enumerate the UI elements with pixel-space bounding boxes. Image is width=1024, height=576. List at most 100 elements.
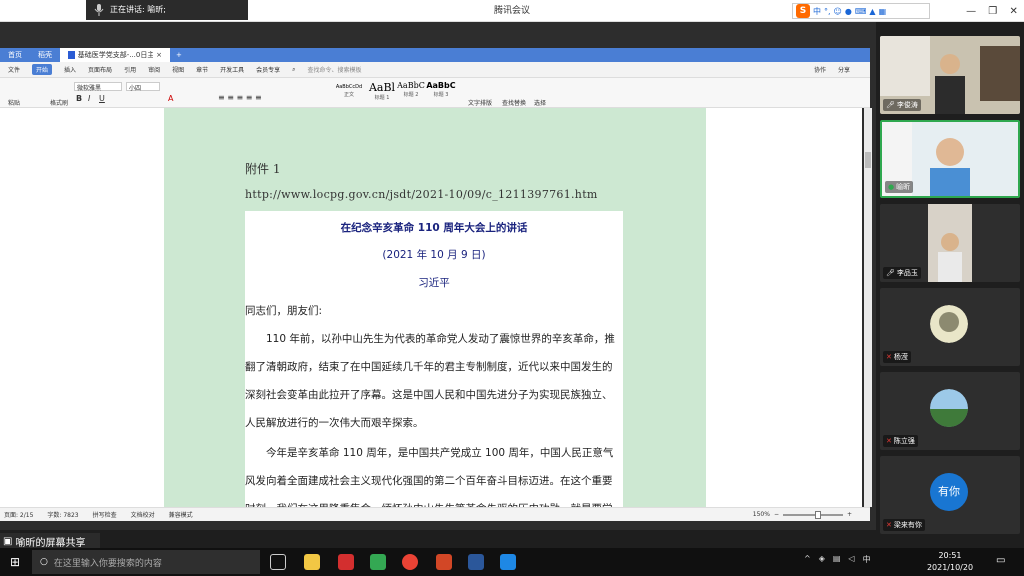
find-replace-button[interactable]: 查找替换 xyxy=(502,98,526,107)
participant-tile[interactable]: ✕ 杨滢 xyxy=(880,288,1020,366)
paragraph-line: 风发向着全面建成社会主义现代化强国的第二个百年奋斗目标迈进。在这个重要 xyxy=(245,475,613,487)
tab-docer[interactable]: 稻壳 xyxy=(30,48,60,62)
volume-icon[interactable]: ◁ xyxy=(848,554,854,565)
powerpoint-icon[interactable] xyxy=(436,554,452,570)
page-count[interactable]: 页面: 2/15 xyxy=(4,510,33,519)
style-heading1[interactable]: AaBl 标题 1 xyxy=(366,81,398,103)
spell-check[interactable]: 拼写检查 xyxy=(93,510,117,519)
align-buttons[interactable]: ≡ ≡ ≡ ≡ ≡ xyxy=(218,93,262,102)
close-button[interactable]: ✕ xyxy=(1009,6,1017,17)
speech-title: 在纪念辛亥革命 110 周年大会上的讲话 xyxy=(340,222,528,234)
style-heading2[interactable]: AaBbC 标题 2 xyxy=(396,81,426,103)
shield-icon[interactable]: ◈ xyxy=(819,554,825,565)
paragraph-line: 今年是辛亥革命 110 周年，是中国共产党成立 100 周年，中国人民正意气 xyxy=(245,447,614,459)
tab-document[interactable]: 基础医学党支部-...0日主题党日活动 × xyxy=(60,48,170,62)
zoom-slider[interactable] xyxy=(782,510,843,519)
share-button[interactable]: 分享 xyxy=(838,65,850,74)
text-layout-button[interactable]: 文字排版 xyxy=(468,98,492,107)
command-search-input[interactable]: 查找命令、搜索模板 xyxy=(308,65,362,74)
screen-share-banner: ▣ 喻昕的屏幕共享 xyxy=(0,533,100,549)
participant-tile[interactable]: 🎤︎ 李品玉 xyxy=(880,204,1020,282)
close-tab-icon[interactable]: × xyxy=(156,48,162,62)
doc-proof[interactable]: 文档校对 xyxy=(131,510,155,519)
menu-developer[interactable]: 开发工具 xyxy=(220,65,244,74)
ime-punct[interactable]: °, xyxy=(824,7,831,16)
style-heading3[interactable]: AaBbC 标题 3 xyxy=(426,81,456,103)
scrollbar-thumb[interactable] xyxy=(865,152,871,168)
participant-tile[interactable]: ✕ 陈立强 xyxy=(880,372,1020,450)
network-icon[interactable]: ▤ xyxy=(833,554,841,565)
zoom-level[interactable]: 150% xyxy=(753,511,770,518)
windows-start-icon[interactable]: ⊞ xyxy=(10,555,20,569)
avatar-text: 有你 xyxy=(938,485,960,498)
tray-chevron-icon[interactable]: ^ xyxy=(804,554,811,565)
zoom-out-icon[interactable]: − xyxy=(774,511,779,518)
paragraph-line: 人民解放进行的一次伟大而艰辛探索。 xyxy=(245,417,424,429)
tab-home[interactable]: 首页 xyxy=(0,48,30,62)
word-icon[interactable] xyxy=(468,554,484,570)
skin-icon[interactable]: ▲ xyxy=(869,7,875,16)
font-size-select[interactable]: 小四 xyxy=(126,82,160,92)
style-normal-sample: AaBbCcDd xyxy=(335,84,363,90)
bold-button[interactable]: B xyxy=(76,94,82,103)
paragraph-line: 110 年前，以孙中山先生为代表的革命党人发动了震惊世界的辛亥革命，推 xyxy=(245,333,615,345)
paste-button[interactable]: 粘贴 xyxy=(8,98,20,107)
zoom-in-icon[interactable]: + xyxy=(847,511,852,518)
zoom-slider-knob[interactable] xyxy=(814,510,821,519)
select-button[interactable]: 选择 xyxy=(534,98,546,107)
mic-icon[interactable]: ● xyxy=(845,7,852,16)
app-red-icon[interactable] xyxy=(338,554,354,570)
keyboard-icon[interactable]: ⌨ xyxy=(855,7,867,16)
format-painter-button[interactable]: 格式刷 xyxy=(50,98,68,107)
font-color-button[interactable]: A xyxy=(168,94,173,103)
ime-indicator[interactable]: 中 xyxy=(863,554,871,565)
participant-tile[interactable]: 有你 ✕ 梁来有你 xyxy=(880,456,1020,534)
ime-mode[interactable]: 中 xyxy=(813,6,821,17)
participant-avatar: 有你 xyxy=(930,473,968,511)
taskbar-clock[interactable]: 20:51 2021/10/20 xyxy=(920,550,980,574)
taskbar-search-input[interactable]: ○ 在这里输入你要搜索的内容 xyxy=(32,550,260,574)
emoji-icon[interactable]: ☺ xyxy=(834,7,842,16)
participant-tile[interactable]: 🎤︎ 李俊涛 xyxy=(880,36,1020,114)
notification-icon[interactable]: ▭ xyxy=(996,555,1005,566)
document-page[interactable]: 附件 1 http://www.locpg.gov.cn/jsdt/2021-1… xyxy=(164,108,706,507)
compat-mode: 兼容模式 xyxy=(168,512,193,519)
style-normal[interactable]: AaBbCcDd 正文 xyxy=(334,81,364,103)
menu-insert[interactable]: 插入 xyxy=(64,65,76,74)
menu-references[interactable]: 引用 xyxy=(124,65,136,74)
minimize-button[interactable]: — xyxy=(966,6,976,17)
menu-layout[interactable]: 页面布局 xyxy=(88,65,112,74)
mic-icon: 🎤︎ xyxy=(886,269,895,277)
source-url: http://www.locpg.gov.cn/jsdt/2021-10/09/… xyxy=(245,188,598,201)
underline-button[interactable]: U xyxy=(99,94,105,103)
ime-toolbar[interactable]: S 中 °, ☺ ● ⌨ ▲ ▦ xyxy=(792,3,930,19)
menu-file[interactable]: 文件 xyxy=(8,65,20,74)
participant-tile-speaking[interactable]: ● 喻昕 xyxy=(880,120,1020,198)
search-circle-icon: ○ xyxy=(40,557,48,567)
zoom-control: 150% − + xyxy=(753,510,852,519)
menu-review[interactable]: 审阅 xyxy=(148,65,160,74)
search-icon: ⌕ xyxy=(292,65,296,73)
task-view-icon[interactable] xyxy=(270,554,286,570)
microphone-icon xyxy=(94,4,104,16)
restore-button[interactable]: ❐ xyxy=(988,6,997,17)
font-name-select[interactable]: 微软雅黑 xyxy=(74,82,122,92)
menu-view[interactable]: 视图 xyxy=(172,65,184,74)
grid-icon[interactable]: ▦ xyxy=(879,7,887,16)
paragraph-line: 翻了清朝政府，结束了在中国延续几千年的君主专制制度，近代以来中国发生的 xyxy=(245,361,613,373)
chrome-icon[interactable] xyxy=(402,554,418,570)
menu-member[interactable]: 会员专享 xyxy=(256,65,280,74)
participant-name: 李俊涛 xyxy=(896,101,918,109)
mic-muted-icon: ✕ xyxy=(886,437,892,445)
menu-chapter[interactable]: 章节 xyxy=(196,65,208,74)
word-count[interactable]: 字数: 7823 xyxy=(47,510,78,519)
collab-button[interactable]: 协作 xyxy=(814,65,826,74)
media-player-icon[interactable] xyxy=(370,554,386,570)
italic-button[interactable]: I xyxy=(88,94,90,103)
tencent-meeting-icon[interactable] xyxy=(500,554,516,570)
menu-home[interactable]: 开始 xyxy=(32,64,53,75)
word-doc-icon xyxy=(68,51,75,59)
file-explorer-icon[interactable] xyxy=(304,554,320,570)
new-tab-icon[interactable]: + xyxy=(170,51,188,59)
document-status-bar: 页面: 2/15 字数: 7823 拼写检查 文档校对 兼容模式 150% − … xyxy=(0,507,870,521)
